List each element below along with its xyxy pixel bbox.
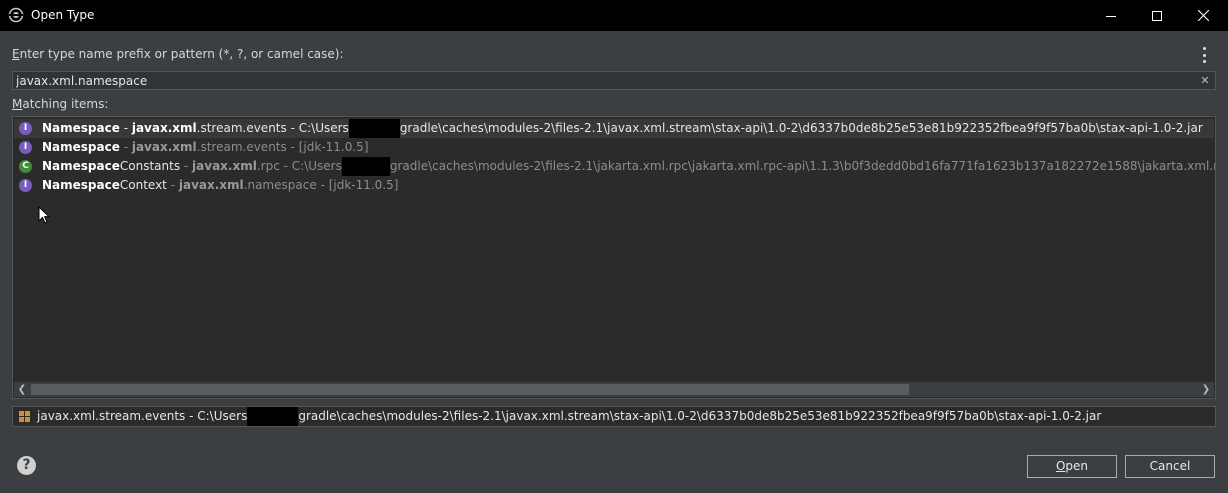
scroll-left-icon[interactable]: ❮ xyxy=(14,382,30,397)
list-item-text: Namespace - javax.xml.stream.events - C:… xyxy=(42,119,1203,138)
search-input[interactable] xyxy=(16,73,1186,88)
scrollbar-thumb[interactable] xyxy=(31,384,909,395)
list-item[interactable]: I Namespace - javax.xml.stream.events - … xyxy=(14,138,1214,157)
list-item[interactable]: C NamespaceConstants - javax.xml.rpc - C… xyxy=(14,157,1215,176)
interface-icon: I xyxy=(19,141,32,154)
list-item[interactable]: I NamespaceContext - javax.xml.namespace… xyxy=(14,176,1214,195)
maximize-button[interactable] xyxy=(1134,0,1180,31)
selected-item-details: javax.xml.stream.events - C:\Users gradle… xyxy=(12,406,1216,427)
redacted-block xyxy=(341,157,390,176)
view-menu-icon[interactable] xyxy=(1198,47,1210,63)
minimize-icon xyxy=(1106,15,1116,17)
selected-item-path: javax.xml.stream.events - C:\Users gradle… xyxy=(37,407,1101,426)
window-title: Open Type xyxy=(31,8,95,22)
search-field[interactable]: ✕ xyxy=(12,71,1216,90)
list-item-text: NamespaceConstants - javax.xml.rpc - C:\… xyxy=(42,157,1215,176)
scroll-right-icon[interactable]: ❯ xyxy=(1198,382,1214,397)
matching-label-text: atching items: xyxy=(22,97,109,111)
pattern-label-text: nter type name prefix or pattern (*, ?, … xyxy=(19,47,344,61)
horizontal-scrollbar[interactable]: ❮ ❯ xyxy=(14,382,1214,397)
open-button[interactable]: Open xyxy=(1027,455,1117,478)
matching-label-mnemonic: M xyxy=(12,97,23,111)
pattern-label-mnemonic: E xyxy=(12,47,20,61)
eclipse-app-icon xyxy=(8,7,24,23)
interface-icon: I xyxy=(19,122,32,135)
title-bar[interactable]: Open Type xyxy=(0,0,1228,31)
interface-icon: I xyxy=(19,179,32,192)
redacted-block xyxy=(247,407,299,426)
matching-items-label: Matching items: xyxy=(12,97,108,111)
mouse-cursor-icon xyxy=(38,206,50,224)
close-button[interactable] xyxy=(1180,0,1226,31)
redacted-block xyxy=(348,119,400,138)
help-icon[interactable]: ? xyxy=(17,456,36,475)
list-item-text: NamespaceContext - javax.xml.namespace -… xyxy=(42,178,399,192)
list-item-text: Namespace - javax.xml.stream.events - [j… xyxy=(42,140,369,154)
maximize-icon xyxy=(1152,10,1162,21)
package-icon xyxy=(19,411,30,422)
minimize-button[interactable] xyxy=(1088,0,1134,31)
pattern-label: Enter type name prefix or pattern (*, ?,… xyxy=(12,47,344,61)
close-icon xyxy=(1197,10,1209,21)
matching-items-list[interactable]: I Namespace - javax.xml.stream.events - … xyxy=(12,116,1216,399)
clear-icon[interactable]: ✕ xyxy=(1198,74,1212,88)
cancel-button[interactable]: Cancel xyxy=(1125,455,1215,478)
list-item[interactable]: I Namespace - javax.xml.stream.events - … xyxy=(14,119,1214,138)
class-icon: C xyxy=(19,160,32,173)
